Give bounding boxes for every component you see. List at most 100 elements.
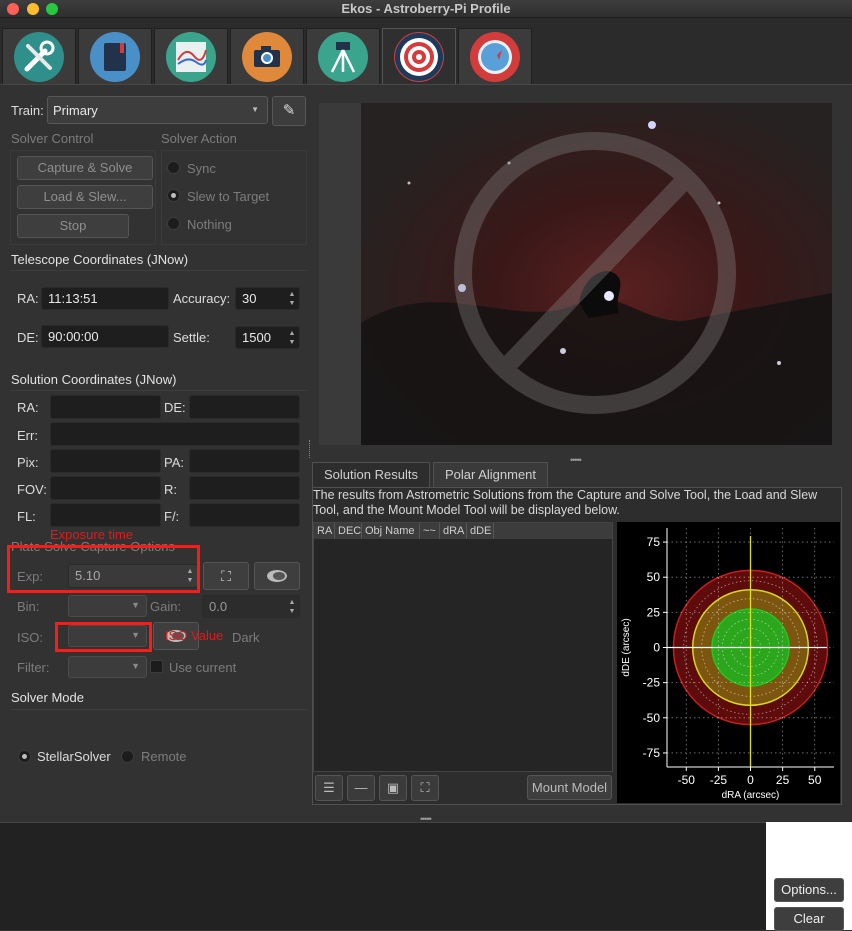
clear-button[interactable]: Clear — [774, 907, 844, 931]
results-description: The results from Astrometric Solutions f… — [313, 488, 818, 517]
train-combo[interactable]: Primary ▼ — [47, 96, 268, 124]
solution-pix-field — [50, 449, 161, 473]
load-results-button[interactable]: ☰ — [315, 775, 343, 801]
col-header-obj-name[interactable]: Obj Name — [362, 523, 420, 539]
exposure-annotation: Exposure time — [50, 527, 134, 542]
solution-coords-title: Solution Coordinates (JNow) — [11, 372, 177, 387]
solution-err-field — [50, 422, 300, 446]
load-slew-button[interactable]: Load & Slew... — [17, 185, 153, 209]
log-area[interactable] — [0, 822, 766, 930]
accuracy-spinbox[interactable]: 30 ▲ ▼ — [235, 287, 300, 310]
y-tick-label-4: -25 — [643, 676, 661, 690]
x-tick-label-3: 25 — [776, 773, 790, 787]
nothing-radio[interactable] — [167, 217, 180, 230]
dark-frame-button[interactable] — [254, 562, 300, 590]
settle-spinbox[interactable]: 1500 ▲ ▼ — [235, 326, 300, 349]
y-tick-label-2: 25 — [647, 605, 661, 619]
capture-solve-button[interactable]: Capture & Solve — [17, 156, 153, 180]
tab-solution-results[interactable]: Solution Results — [312, 462, 430, 488]
sync-radio[interactable] — [167, 161, 180, 174]
module-tab-5[interactable] — [306, 28, 380, 84]
iso-highlight-box — [55, 622, 152, 652]
module-tab-7[interactable] — [458, 28, 532, 84]
solver-image-view[interactable] — [319, 103, 832, 445]
col-header-dra[interactable]: dRA — [440, 523, 467, 539]
stellarsolver-radio[interactable] — [18, 750, 31, 763]
x-axis-label: dRA (arcsec) — [722, 790, 780, 801]
vertical-splitter-handle[interactable] — [309, 440, 311, 458]
module-tab-1[interactable] — [2, 28, 76, 84]
use-current-checkbox[interactable] — [150, 660, 163, 673]
crop-frame-icon: ⛶ — [420, 780, 430, 795]
zoom-results-button[interactable]: ⛶ — [411, 775, 439, 801]
solver-mode-group — [10, 709, 307, 710]
accuracy-chart[interactable]: -50 -25 0 25 50 75 50 25 0 -25 -50 -75 dRA (arcsec) d… — [617, 522, 840, 803]
solution-de-label: DE: — [164, 400, 186, 415]
solution-de-field — [189, 395, 300, 419]
solution-err-label: Err: — [17, 428, 38, 443]
remove-result-button[interactable]: — — [347, 775, 375, 801]
col-header-ra[interactable]: RA — [314, 523, 335, 539]
solver-action-title: Solver Action — [161, 131, 237, 146]
iso-annotation: ISO Value — [165, 628, 224, 643]
col-header-dde[interactable]: dDE — [467, 523, 494, 539]
guide-compass-icon — [470, 31, 520, 82]
spin-arrows-icon[interactable]: ▲ ▼ — [287, 290, 297, 308]
slew-to-target-radio[interactable] — [167, 189, 180, 202]
solution-pa-field — [189, 449, 300, 473]
save-icon: ▣ — [386, 780, 400, 795]
telescope-ra-label: RA: — [17, 291, 39, 306]
setup-wrench-icon — [14, 31, 64, 82]
filter-combo[interactable]: ▼ — [68, 656, 147, 678]
dark-frame-icon — [267, 570, 287, 582]
horizontal-splitter-handle[interactable]: ••••• — [570, 455, 582, 465]
spin-arrows-icon[interactable]: ▲ ▼ — [287, 598, 297, 616]
bin-combo[interactable]: ▼ — [68, 595, 147, 617]
stop-button[interactable]: Stop — [17, 214, 129, 238]
y-tick-label-0: 75 — [647, 535, 661, 549]
edit-train-button[interactable]: ✎ — [272, 96, 306, 126]
capture-camera-icon — [242, 31, 292, 82]
solution-pa-label: PA: — [164, 455, 184, 470]
telescope-coords-title: Telescope Coordinates (JNow) — [11, 252, 189, 267]
use-current-label: Use current — [169, 660, 237, 675]
module-tab-4[interactable] — [230, 28, 304, 84]
nothing-label: Nothing — [187, 217, 232, 232]
results-table[interactable] — [313, 522, 613, 772]
subframe-button[interactable]: ⛶ — [203, 562, 249, 590]
telescope-coords-group — [10, 270, 307, 271]
module-tab-6[interactable] — [382, 28, 456, 84]
solution-ra-field — [50, 395, 161, 419]
x-tick-label-0: -50 — [678, 773, 696, 787]
col-header-diff[interactable]: ~~ — [420, 523, 440, 539]
settle-label: Settle: — [173, 330, 210, 345]
x-tick-label-4: 50 — [808, 773, 822, 787]
options-button[interactable]: Options... — [774, 878, 844, 902]
telescope-de-field[interactable]: 90:00:00 — [41, 325, 169, 348]
gain-spinbox[interactable]: 0.0 ▲ ▼ — [202, 595, 300, 618]
module-tab-3[interactable] — [154, 28, 228, 84]
export-results-button[interactable]: ▣ — [379, 775, 407, 801]
window-title: Ekos - Astroberry-Pi Profile — [341, 1, 511, 16]
y-tick-label-6: -75 — [643, 746, 661, 760]
remote-label: Remote — [141, 749, 187, 764]
title-bar: Ekos - Astroberry-Pi Profile — [0, 0, 852, 18]
mount-model-button[interactable]: Mount Model — [527, 775, 612, 800]
mount-tripod-icon — [318, 31, 368, 82]
align-target-icon — [394, 31, 444, 82]
solution-fov-label: FOV: — [17, 482, 47, 497]
spin-arrows-icon[interactable]: ▲ ▼ — [287, 329, 297, 347]
solution-coords-group — [10, 390, 307, 391]
crop-frame-icon: ⛶ — [221, 568, 231, 584]
remote-radio[interactable] — [121, 750, 134, 763]
list-icon: ☰ — [323, 780, 335, 795]
telescope-ra-field[interactable]: 11:13:51 — [41, 287, 169, 310]
col-header-filler — [494, 523, 612, 539]
train-label: Train: — [11, 103, 44, 118]
exposure-highlight-box — [7, 545, 200, 593]
col-header-dec[interactable]: DEC — [335, 523, 362, 539]
stellarsolver-label: StellarSolver — [37, 749, 111, 764]
chevron-down-icon: ▼ — [131, 661, 140, 671]
tab-polar-alignment[interactable]: Polar Alignment — [433, 462, 548, 488]
module-tab-2[interactable] — [78, 28, 152, 84]
